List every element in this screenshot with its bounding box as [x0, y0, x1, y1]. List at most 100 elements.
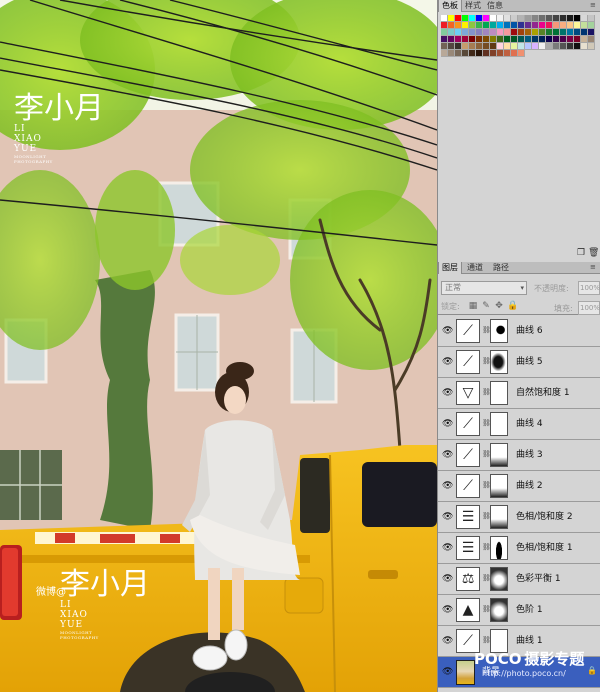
swatch[interactable] [455, 22, 462, 29]
layer-mask-thumbnail[interactable] [490, 474, 508, 498]
delete-swatch-icon[interactable]: 🗑 [588, 248, 599, 258]
link-icon[interactable]: ⛓ [482, 605, 491, 615]
swatch[interactable] [441, 29, 448, 36]
swatch[interactable] [476, 50, 483, 57]
swatch[interactable] [546, 22, 553, 29]
swatch[interactable] [560, 43, 567, 50]
swatch[interactable] [532, 43, 539, 50]
swatch[interactable] [504, 50, 511, 57]
vibrance-adjustment-icon[interactable]: ▽ [456, 381, 480, 405]
swatch[interactable] [497, 50, 504, 57]
swatch[interactable] [476, 43, 483, 50]
swatch[interactable] [581, 22, 588, 29]
link-icon[interactable]: ⛓ [482, 357, 491, 367]
swatch[interactable] [441, 22, 448, 29]
swatch[interactable] [574, 36, 581, 43]
swatch[interactable] [490, 15, 497, 22]
layer-mask-thumbnail[interactable] [490, 505, 508, 529]
swatch[interactable] [462, 22, 469, 29]
photo-canvas[interactable]: 李小月 LI XIAO YUE MOONLIGHT PHOTOGRAPHY 微博… [0, 0, 437, 692]
swatch[interactable] [504, 36, 511, 43]
swatch[interactable] [518, 22, 525, 29]
swatch[interactable] [483, 50, 490, 57]
swatch[interactable] [462, 15, 469, 22]
link-icon[interactable]: ⛓ [482, 512, 491, 522]
color-balance-adjustment-icon[interactable]: ⚖ [456, 567, 480, 591]
layer-mask-thumbnail[interactable] [490, 598, 508, 622]
swatch[interactable] [553, 15, 560, 22]
swatch[interactable] [448, 36, 455, 43]
swatch[interactable] [441, 36, 448, 43]
swatch[interactable] [455, 29, 462, 36]
swatch[interactable] [553, 29, 560, 36]
swatch[interactable] [532, 22, 539, 29]
link-icon[interactable]: ⛓ [482, 326, 491, 336]
swatch[interactable] [455, 50, 462, 57]
levels-adjustment-icon[interactable]: ▲ [456, 598, 480, 622]
link-icon[interactable]: ⛓ [482, 450, 491, 460]
swatch[interactable] [448, 43, 455, 50]
swatch[interactable] [518, 29, 525, 36]
new-swatch-icon[interactable]: ❐ [576, 248, 586, 258]
link-icon[interactable]: ⛓ [482, 574, 491, 584]
swatch[interactable] [581, 43, 588, 50]
swatch[interactable] [462, 36, 469, 43]
swatch[interactable] [469, 29, 476, 36]
swatch[interactable] [469, 43, 476, 50]
swatch[interactable] [574, 29, 581, 36]
swatch[interactable] [560, 22, 567, 29]
eye-icon[interactable]: 👁 [442, 574, 453, 584]
layer-row[interactable]: 👁 ☰ ⛓ 色相/饱和度 2 [438, 502, 600, 533]
swatch[interactable] [525, 15, 532, 22]
eye-icon[interactable]: 👁 [442, 450, 453, 460]
panel-menu-icon[interactable]: ≡ [590, 2, 598, 9]
swatch[interactable] [567, 43, 574, 50]
swatch[interactable] [560, 15, 567, 22]
swatch[interactable] [441, 43, 448, 50]
hue-sat-adjustment-icon[interactable]: ☰ [456, 505, 480, 529]
swatch[interactable] [476, 29, 483, 36]
link-icon[interactable]: ⛓ [482, 543, 491, 553]
tab-swatches[interactable]: 色板 [438, 0, 462, 12]
swatch[interactable] [567, 29, 574, 36]
eye-icon[interactable]: 👁 [442, 326, 453, 336]
swatch[interactable] [581, 29, 588, 36]
layer-mask-thumbnail[interactable] [490, 350, 508, 374]
swatch[interactable] [553, 43, 560, 50]
swatch[interactable] [476, 22, 483, 29]
swatch[interactable] [518, 15, 525, 22]
swatch[interactable] [504, 29, 511, 36]
swatch[interactable] [497, 29, 504, 36]
swatch[interactable] [490, 36, 497, 43]
eye-icon[interactable]: 👁 [442, 667, 453, 677]
opacity-field[interactable]: 100% [578, 281, 600, 295]
swatch[interactable] [532, 29, 539, 36]
tab-styles[interactable]: 样式 [462, 0, 484, 12]
swatch[interactable] [539, 15, 546, 22]
swatch[interactable] [525, 43, 532, 50]
curves-adjustment-icon[interactable]: ⟋ [456, 350, 480, 374]
tab-channels[interactable]: 通道 [464, 262, 486, 274]
layer-row[interactable]: 👁 ▲ ⛓ 色阶 1 [438, 595, 600, 626]
tab-info[interactable]: 信息 [484, 0, 506, 12]
blend-mode-select[interactable]: 正常 ▾ [441, 281, 527, 295]
eye-icon[interactable]: 👁 [442, 419, 453, 429]
swatch[interactable] [581, 15, 588, 22]
lock-brush-icon[interactable]: ✎ [481, 301, 491, 311]
swatch[interactable] [532, 15, 539, 22]
swatch[interactable] [490, 22, 497, 29]
swatch[interactable] [574, 43, 581, 50]
swatch[interactable] [511, 43, 518, 50]
swatch[interactable] [553, 22, 560, 29]
swatch[interactable] [553, 36, 560, 43]
lock-transparent-icon[interactable]: ▦ [468, 301, 478, 311]
layer-mask-thumbnail[interactable] [490, 412, 508, 436]
swatch[interactable] [511, 36, 518, 43]
swatch[interactable] [539, 43, 546, 50]
swatch[interactable] [546, 29, 553, 36]
layer-row[interactable]: 👁 ⟋ ⛓ 曲线 6 [438, 316, 600, 347]
swatch[interactable] [497, 36, 504, 43]
link-icon[interactable]: ⛓ [482, 481, 491, 491]
swatch[interactable] [476, 36, 483, 43]
layer-mask-thumbnail[interactable] [490, 567, 508, 591]
